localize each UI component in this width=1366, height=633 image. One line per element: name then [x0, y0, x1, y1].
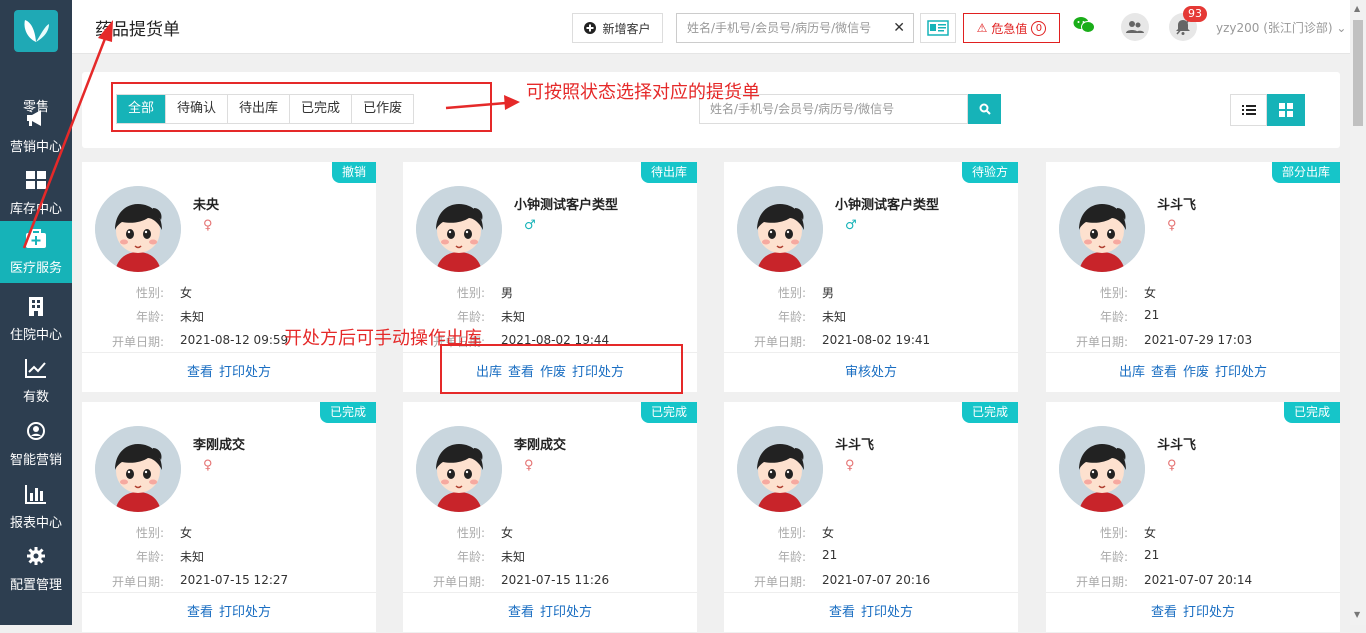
arrow-head-icon	[98, 20, 113, 42]
annotation-arrows	[22, 20, 520, 249]
arrow-head-icon	[504, 95, 520, 110]
